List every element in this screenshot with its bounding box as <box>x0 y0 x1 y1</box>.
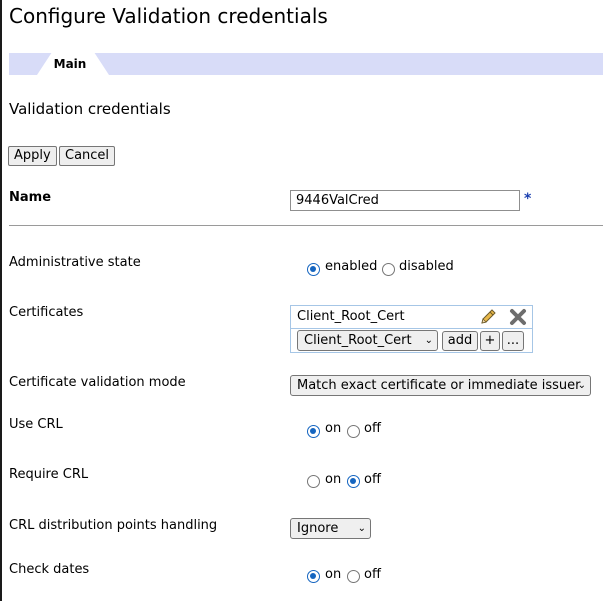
require-crl-off-label: off <box>364 472 381 487</box>
required-marker: * <box>524 191 532 207</box>
require-crl-label: Require CRL <box>9 467 89 482</box>
use-crl-label: Use CRL <box>9 417 63 432</box>
admin-state-label: Administrative state <box>9 255 141 270</box>
check-dates-label: Check dates <box>9 562 90 577</box>
apply-button[interactable]: Apply <box>8 146 57 166</box>
use-crl-off-label: off <box>364 421 381 436</box>
use-crl-on-radio[interactable] <box>307 425 320 438</box>
check-dates-on-radio[interactable] <box>307 570 320 583</box>
use-crl-on-label: on <box>325 421 342 436</box>
require-crl-off-radio[interactable] <box>347 475 360 488</box>
certificate-item-name: Client_Root_Cert <box>297 309 405 324</box>
add-certificate-button[interactable]: add <box>442 331 478 351</box>
check-dates-off-radio[interactable] <box>347 570 360 583</box>
require-crl-on-label: on <box>325 472 342 487</box>
certificate-select[interactable]: Client_Root_Cert ⌄ <box>297 330 438 351</box>
crl-dp-select[interactable]: Ignore ⌄ <box>290 518 371 539</box>
pencil-icon[interactable] <box>478 307 498 327</box>
admin-state-disabled-label: disabled <box>399 259 454 274</box>
chevron-down-icon: ⌄ <box>424 335 433 346</box>
window-edge <box>0 0 2 601</box>
chevron-down-icon: ⌄ <box>357 523 366 534</box>
tab-bar: Main <box>9 53 603 75</box>
crl-dp-label: CRL distribution points handling <box>9 518 218 533</box>
admin-state-enabled-radio[interactable] <box>307 263 320 276</box>
name-label: Name <box>9 190 52 205</box>
validation-mode-select[interactable]: Match exact certificate or immediate iss… <box>290 375 591 396</box>
certificates-list: Client_Root_Cert Client_Root_Cert ⌄ add +… <box>290 305 533 353</box>
name-input[interactable]: 9446ValCred <box>290 190 520 211</box>
check-dates-off-label: off <box>364 567 381 582</box>
new-certificate-button[interactable]: + <box>480 331 500 351</box>
admin-state-enabled-label: enabled <box>325 259 378 274</box>
use-crl-off-radio[interactable] <box>347 425 360 438</box>
chevron-down-icon: ⌄ <box>577 380 586 391</box>
admin-state-disabled-radio[interactable] <box>382 263 395 276</box>
section-title: Validation credentials <box>9 100 171 118</box>
require-crl-on-radio[interactable] <box>307 475 320 488</box>
page-title: Configure Validation credentials <box>9 4 328 28</box>
validation-mode-label: Certificate validation mode <box>9 375 186 390</box>
certificates-label: Certificates <box>9 305 84 320</box>
more-options-button[interactable]: ... <box>502 331 524 351</box>
check-dates-on-label: on <box>325 567 342 582</box>
certificate-item: Client_Root_Cert <box>291 306 532 329</box>
divider <box>9 225 603 226</box>
x-delete-icon[interactable] <box>508 307 528 327</box>
tab-main[interactable]: Main <box>37 53 109 75</box>
cancel-button[interactable]: Cancel <box>59 146 116 166</box>
